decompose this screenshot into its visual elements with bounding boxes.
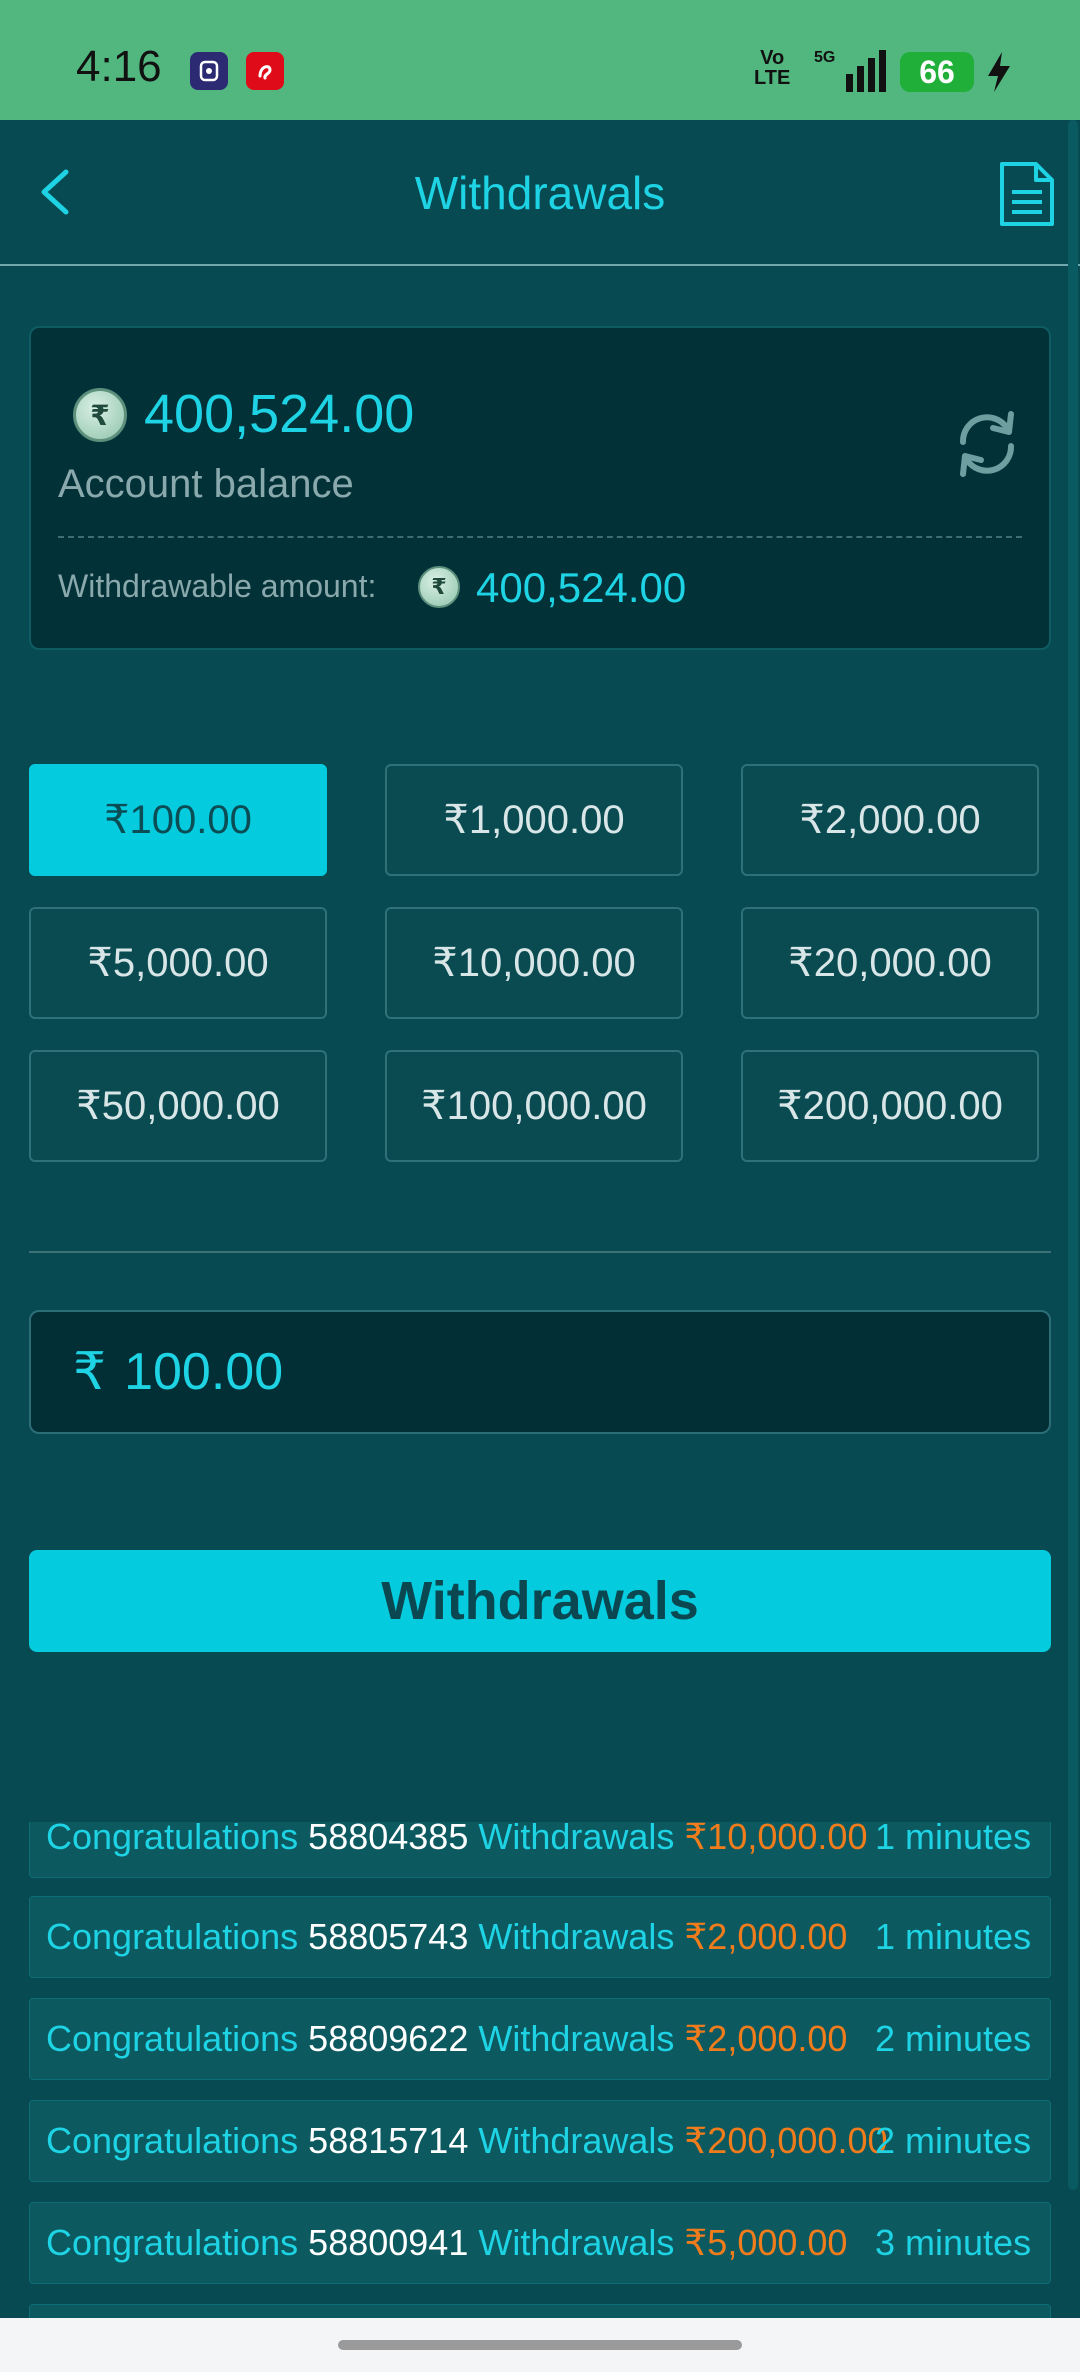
ticker-row: Congratulations 58804385 Withdrawals ₹10… <box>29 1822 1051 1878</box>
withdrawable-amount-label: Withdrawable amount: <box>58 568 377 604</box>
ticker-time: 3 minutes <box>875 2222 1032 2263</box>
scrollbar[interactable] <box>1068 120 1078 2190</box>
ticker-amount: ₹5,000.00 <box>684 2222 848 2263</box>
amount-option-2000[interactable]: ₹2,000.00 <box>741 764 1039 876</box>
ticker-time: 2 minutes <box>875 2018 1032 2059</box>
ticker-amount: ₹200,000.00 <box>684 2120 888 2161</box>
refresh-icon[interactable] <box>949 406 1025 482</box>
app-header: Withdrawals <box>0 120 1080 266</box>
ticker-user-id: 58800941 <box>308 2222 469 2263</box>
ticker-user-id: 58804385 <box>308 1822 469 1857</box>
volte-icon: Vo LTE <box>754 47 791 89</box>
amount-option-1000[interactable]: ₹1,000.00 <box>385 764 683 876</box>
card-divider <box>58 536 1022 538</box>
jar-app-icon <box>190 52 228 90</box>
withdrawal-ticker: Congratulations 58804385 Withdrawals ₹10… <box>0 1822 1080 2322</box>
ticker-row: Congratulations 58809622 Withdrawals ₹2,… <box>29 1998 1051 2080</box>
rupee-coin-icon: ₹ <box>73 388 127 442</box>
ticker-row: Congratulations 58805743 Withdrawals ₹2,… <box>29 1896 1051 1978</box>
page-title: Withdrawals <box>414 167 666 219</box>
ticker-time: 2 minutes <box>875 2120 1032 2161</box>
section-divider <box>29 1251 1051 1253</box>
amount-option-100000[interactable]: ₹100,000.00 <box>385 1050 683 1162</box>
ticker-amount: ₹10,000.00 <box>684 1822 868 1857</box>
document-icon[interactable] <box>996 160 1058 228</box>
rupee-symbol: ₹ <box>73 1343 107 1401</box>
rupee-coin-small-icon: ₹ <box>418 566 460 608</box>
svg-text:5G: 5G <box>814 49 835 66</box>
battery-icon: 66 <box>900 52 974 92</box>
amount-option-50000[interactable]: ₹50,000.00 <box>29 1050 327 1162</box>
withdraw-button[interactable]: Withdrawals <box>29 1550 1051 1652</box>
account-balance-label: Account balance <box>58 462 354 506</box>
amount-option-20000[interactable]: ₹20,000.00 <box>741 907 1039 1019</box>
ticker-amount: ₹2,000.00 <box>684 2018 848 2059</box>
signal-icon: 5G <box>814 49 886 92</box>
ticker-action: Withdrawals <box>478 2120 675 2161</box>
account-balance-value: 400,524.00 <box>144 384 415 444</box>
charging-icon <box>988 52 1010 92</box>
withdrawable-amount-value: 400,524.00 <box>476 564 687 611</box>
ticker-action: Withdrawals <box>478 2018 675 2059</box>
navigation-gesture-area <box>0 2318 1080 2372</box>
amount-option-5000[interactable]: ₹5,000.00 <box>29 907 327 1019</box>
ticker-prefix: Congratulations <box>46 2222 299 2263</box>
ticker-prefix: Congratulations <box>46 1916 299 1957</box>
ticker-user-id: 58805743 <box>308 1916 469 1957</box>
ticker-action: Withdrawals <box>478 2222 675 2263</box>
ticker-amount: ₹2,000.00 <box>684 1916 848 1957</box>
ticker-action: Withdrawals <box>478 1916 675 1957</box>
ticker-time: 1 minutes <box>875 1822 1032 1857</box>
balance-card: ₹ 400,524.00 Account balance Withdrawabl… <box>29 326 1051 650</box>
ticker-row: Congratulations 58815714 Withdrawals ₹20… <box>29 2100 1051 2182</box>
ticker-prefix: Congratulations <box>46 2120 299 2161</box>
ticker-row: Congratulations 58800941 Withdrawals ₹5,… <box>29 2202 1051 2284</box>
home-gesture-bar[interactable] <box>338 2340 742 2350</box>
amount-option-200000[interactable]: ₹200,000.00 <box>741 1050 1039 1162</box>
ticker-user-id: 58815714 <box>308 2120 469 2161</box>
ticker-prefix: Congratulations <box>46 1822 299 1857</box>
ticker-user-id: 58809622 <box>308 2018 469 2059</box>
status-time: 4:16 <box>76 42 162 91</box>
withdraw-amount-input[interactable]: ₹ 100.00 <box>29 1310 1051 1434</box>
amount-option-10000[interactable]: ₹10,000.00 <box>385 907 683 1019</box>
ticker-prefix: Congratulations <box>46 2018 299 2059</box>
ticker-time: 1 minutes <box>875 1916 1032 1957</box>
airtel-app-icon <box>246 52 284 90</box>
status-bar: 4:16 Vo LTE 5G 66 <box>0 0 1080 120</box>
ticker-action: Withdrawals <box>478 1822 675 1857</box>
withdraw-amount-value: 100.00 <box>124 1343 284 1401</box>
amount-option-100[interactable]: ₹100.00 <box>29 764 327 876</box>
